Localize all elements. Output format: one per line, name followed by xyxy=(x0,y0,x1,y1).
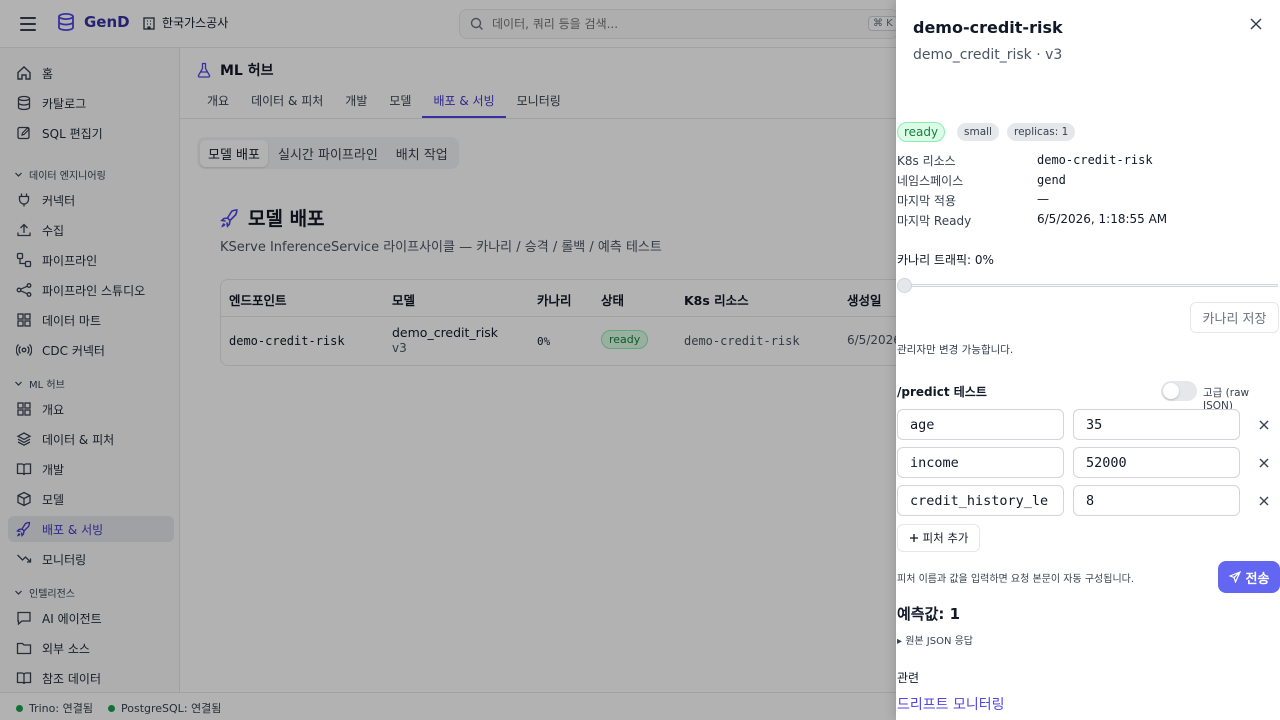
add-feature-label: 피처 추가 xyxy=(922,531,969,545)
size-badge: small xyxy=(957,123,999,141)
feature-value-input[interactable] xyxy=(1073,409,1240,440)
deployment-detail-drawer: demo-credit-risk demo_credit_risk · v3 r… xyxy=(896,0,1280,720)
canary-traffic-label: 카나리 트래픽: 0% xyxy=(897,253,994,267)
raw-json-toggle[interactable]: ▸ 원본 JSON 응답 xyxy=(897,632,973,647)
kv-value: gend xyxy=(1037,173,1066,187)
feature-value-input[interactable] xyxy=(1073,485,1240,516)
send-icon xyxy=(1228,571,1241,583)
remove-feature-icon[interactable] xyxy=(1258,419,1270,431)
feature-name-input[interactable] xyxy=(897,485,1064,516)
kv-key: 네임스페이스 xyxy=(897,174,964,188)
kv-value: demo-credit-risk xyxy=(1037,153,1153,167)
feature-name-input[interactable] xyxy=(897,409,1064,440)
save-canary-button[interactable]: 카나리 저장 xyxy=(1190,302,1279,333)
admin-note: 관리자만 변경 가능합니다. xyxy=(897,344,1014,356)
related-heading: 관련 xyxy=(897,671,920,685)
drawer-title: demo-credit-risk xyxy=(913,18,1063,37)
status-badge: ready xyxy=(897,122,946,142)
remove-feature-icon[interactable] xyxy=(1258,457,1270,469)
remove-feature-icon[interactable] xyxy=(1258,495,1270,507)
drawer-subtitle: demo_credit_risk · v3 xyxy=(913,47,1063,63)
canary-slider[interactable] xyxy=(902,284,1278,287)
kv-key: 마지막 Ready xyxy=(897,214,972,228)
drift-monitoring-link[interactable]: 드리프트 모니터링 xyxy=(897,694,1005,714)
advanced-json-toggle[interactable] xyxy=(1161,381,1197,401)
kv-value: — xyxy=(1037,192,1049,206)
close-icon[interactable] xyxy=(1248,16,1264,32)
kv-value: 6/5/2026, 1:18:55 AM xyxy=(1037,212,1168,226)
kv-key: 마지막 적용 xyxy=(897,194,957,208)
canary-slider-thumb[interactable] xyxy=(897,278,912,293)
feature-name-input[interactable] xyxy=(897,447,1064,478)
kv-key: K8s 리소스 xyxy=(897,154,956,168)
send-button[interactable]: 전송 xyxy=(1218,561,1280,593)
predict-test-label: /predict 테스트 xyxy=(897,385,987,399)
send-label: 전송 xyxy=(1245,571,1270,587)
plus-icon xyxy=(909,534,918,542)
modal-backdrop[interactable] xyxy=(0,0,896,720)
add-feature-button[interactable]: 피처 추가 xyxy=(897,524,980,552)
prediction-result: 예측값: 1 xyxy=(897,605,961,623)
replicas-badge: replicas: 1 xyxy=(1007,123,1076,141)
advanced-json-label: 고급 (raw JSON) xyxy=(1203,387,1250,412)
predict-hint: 피처 이름과 값을 입력하면 요청 본문이 자동 구성됩니다. xyxy=(897,574,1135,585)
feature-value-input[interactable] xyxy=(1073,447,1240,478)
